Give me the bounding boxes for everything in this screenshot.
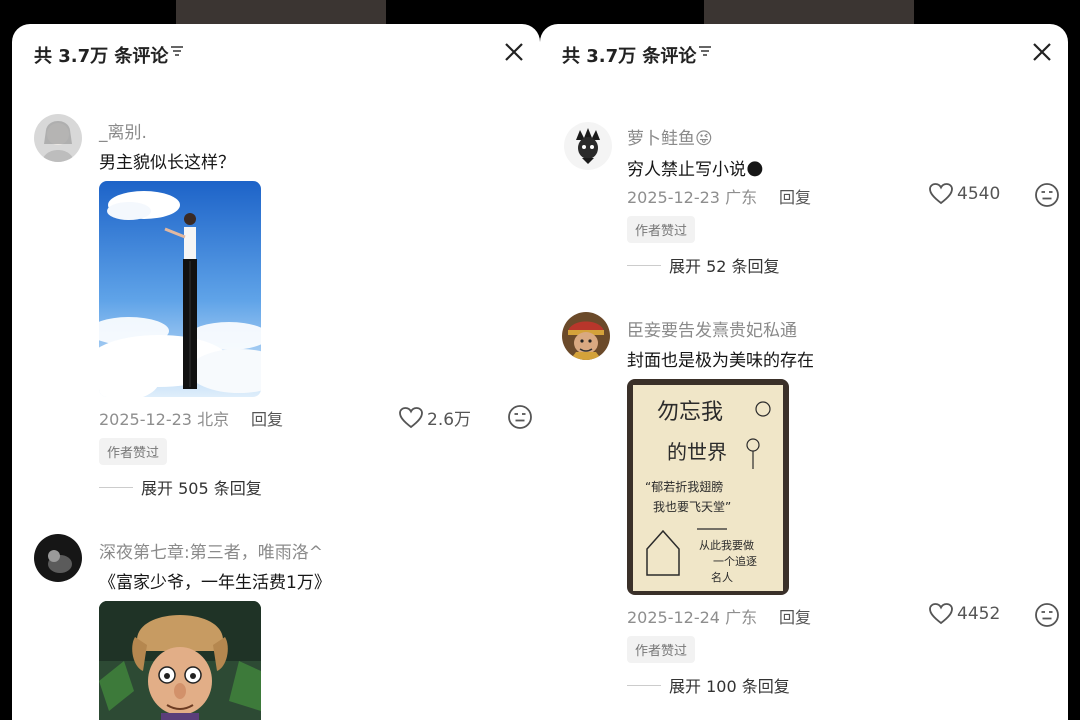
comment-username[interactable]: _离别. bbox=[99, 118, 147, 143]
comment-username[interactable]: 深夜第七章:第三者，唯雨洛^ bbox=[99, 538, 323, 563]
comment-text: 《富家少爷，一年生活费1万》 bbox=[99, 573, 331, 593]
comment-date-location: 2025-12-23 北京 bbox=[99, 410, 230, 429]
expand-replies-button[interactable]: 展开 100 条回复 bbox=[627, 673, 790, 697]
heart-icon bbox=[399, 406, 423, 428]
expand-replies-label: 展开 100 条回复 bbox=[669, 677, 790, 696]
avatar[interactable] bbox=[34, 114, 82, 162]
like-button[interactable]: 4540 bbox=[929, 183, 1000, 205]
dislike-face-icon[interactable] bbox=[1034, 182, 1060, 208]
author-liked-badge: 作者赞过 bbox=[99, 438, 168, 465]
divider bbox=[627, 684, 661, 686]
like-button[interactable]: 4452 bbox=[929, 603, 1000, 625]
comments-sheet-right: 共 3.7万 条评论 萝卜鲑鱼😜 穷人禁止写小说🌑 2025-12-23 广东 … bbox=[540, 24, 1068, 720]
note-line: 勿忘我 bbox=[657, 400, 723, 425]
avatar[interactable] bbox=[34, 534, 82, 582]
like-count: 4540 bbox=[957, 184, 1001, 204]
video-preview-strip bbox=[704, 0, 914, 24]
reply-button[interactable]: 回复 bbox=[779, 184, 811, 208]
avatar[interactable] bbox=[562, 312, 610, 360]
comment-date-location: 2025-12-24 广东 bbox=[627, 608, 758, 627]
divider bbox=[99, 486, 133, 488]
note-line: 从此我要做 bbox=[699, 538, 754, 552]
like-count: 2.6万 bbox=[427, 410, 472, 430]
note-line: 名人 bbox=[711, 570, 733, 584]
like-button[interactable]: 2.6万 bbox=[399, 405, 471, 430]
note-line: 我也要飞天堂” bbox=[653, 500, 731, 514]
comment-username[interactable]: 萝卜鲑鱼😜 bbox=[627, 124, 713, 149]
comment-username[interactable]: 臣妾要告发熹贵妃私通 bbox=[627, 316, 797, 341]
like-count: 4452 bbox=[957, 604, 1001, 624]
comment-image[interactable]: 勿忘我 的世界 “郁若折我翅膀 我也要飞天堂” 从此我要做 一个追逐 名人 bbox=[627, 379, 789, 595]
heart-icon bbox=[929, 183, 953, 205]
reply-button[interactable]: 回复 bbox=[251, 406, 283, 430]
avatar[interactable] bbox=[564, 122, 612, 170]
dislike-face-icon[interactable] bbox=[507, 404, 533, 430]
note-line: “郁若折我翅膀 bbox=[645, 479, 723, 494]
expand-replies-button[interactable]: 展开 52 条回复 bbox=[627, 253, 780, 277]
author-liked-badge: 作者赞过 bbox=[627, 636, 696, 663]
username-text: 萝卜鲑鱼 bbox=[627, 129, 695, 149]
comment-text: 穷人禁止写小说🌑 bbox=[627, 155, 764, 180]
sort-icon[interactable] bbox=[170, 44, 184, 58]
video-preview-strip bbox=[176, 0, 386, 24]
comment-text: 男主貌似长这样？ bbox=[99, 153, 235, 173]
moon-emoji-icon: 🌑 bbox=[746, 160, 764, 180]
author-liked-badge: 作者赞过 bbox=[627, 216, 696, 243]
expand-replies-label: 展开 52 条回复 bbox=[669, 257, 780, 276]
comments-sheet-left: 共 3.7万 条评论 _离别. 男主貌似长这样？ 2025-12-23 北京 回… bbox=[12, 24, 540, 720]
comments-count-title: 共 3.7万 条评论 bbox=[34, 46, 169, 67]
comment-text: 封面也是极为美味的存在 bbox=[627, 351, 814, 371]
comment-text-content: 穷人禁止写小说 bbox=[627, 160, 746, 180]
divider bbox=[627, 264, 661, 266]
sort-icon[interactable] bbox=[698, 44, 712, 58]
expand-replies-label: 展开 505 条回复 bbox=[141, 479, 262, 498]
wink-tongue-emoji-icon: 😜 bbox=[695, 129, 713, 149]
comments-count-title: 共 3.7万 条评论 bbox=[562, 46, 697, 67]
comment-image[interactable] bbox=[99, 601, 261, 720]
note-line: 一个追逐 bbox=[713, 554, 757, 568]
dislike-face-icon[interactable] bbox=[1034, 602, 1060, 628]
heart-icon bbox=[929, 603, 953, 625]
close-icon[interactable] bbox=[1030, 40, 1054, 64]
expand-replies-button[interactable]: 展开 505 条回复 bbox=[99, 475, 262, 499]
reply-button[interactable]: 回复 bbox=[779, 604, 811, 628]
close-icon[interactable] bbox=[502, 40, 526, 64]
comment-image[interactable] bbox=[99, 181, 261, 397]
comment-date-location: 2025-12-23 广东 bbox=[627, 188, 758, 207]
note-line: 的世界 bbox=[667, 440, 727, 464]
